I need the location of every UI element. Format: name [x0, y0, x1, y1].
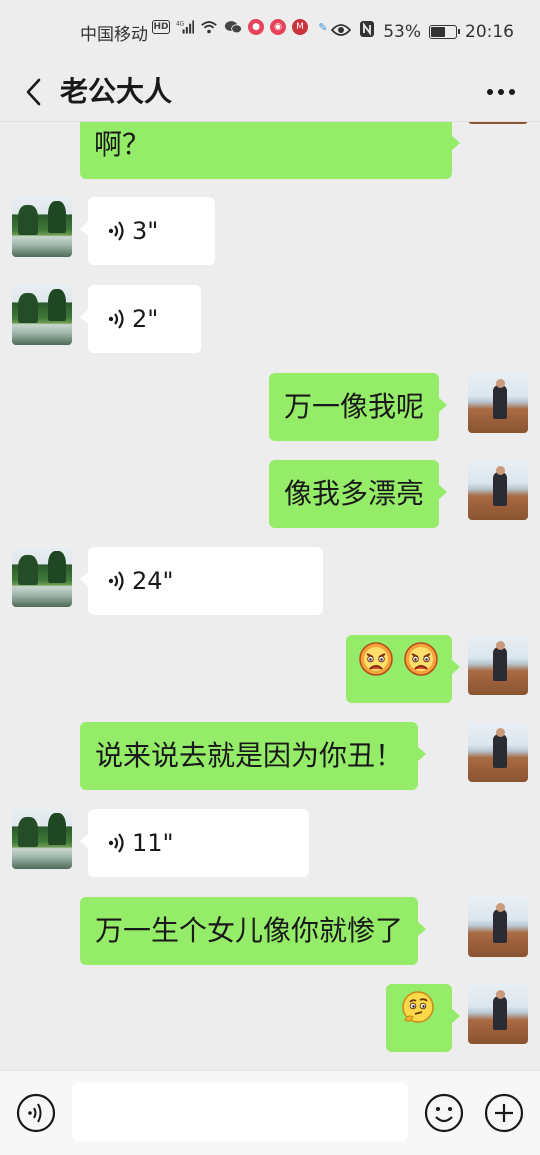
voice-wave-icon — [108, 221, 124, 241]
message-bubble[interactable]: 万一像我呢 — [269, 373, 448, 441]
status-right: 53% 20:16 — [330, 20, 514, 43]
emoji-button[interactable] — [424, 1093, 464, 1137]
contact-avatar[interactable] — [12, 197, 72, 257]
voice-duration: 11" — [132, 829, 174, 857]
message-bubble[interactable]: 像我多漂亮 — [269, 460, 448, 528]
network-type: 4G — [176, 21, 184, 27]
contact-avatar[interactable] — [12, 285, 72, 345]
app-notification-icon: ✎ — [318, 20, 328, 34]
message-bubble[interactable]: 万一生个女儿像你就惨了 — [80, 897, 427, 965]
back-button[interactable] — [18, 72, 48, 112]
app-notification-icon: ◉ — [270, 19, 286, 35]
voice-input-icon — [16, 1093, 56, 1133]
message-input[interactable] — [72, 1083, 408, 1141]
plus-icon — [484, 1093, 524, 1133]
battery-percent: 53% — [383, 21, 421, 42]
message-text: 像我多漂亮 — [284, 477, 425, 510]
nfc-icon — [359, 20, 375, 43]
clock: 20:16 — [465, 21, 514, 42]
thinking-face-emoji — [400, 983, 436, 1051]
battery-fill — [431, 26, 445, 37]
chevron-left-icon — [26, 78, 41, 106]
app-notification-icon: M — [292, 19, 308, 35]
eye-icon — [330, 22, 352, 42]
carrier-name: 中国移动 — [80, 25, 148, 45]
wechat-notification-icon — [224, 18, 242, 36]
message-bubble[interactable]: 啊？ — [80, 122, 460, 179]
my-avatar[interactable] — [468, 635, 528, 695]
more-icon — [487, 89, 515, 95]
app-notification-icon: ● — [248, 19, 264, 35]
signal-icon: 4G — [176, 18, 194, 36]
wifi-icon — [200, 18, 218, 36]
message-list[interactable]: 啊？ 3" 2" 万一像我呢 像我多漂亮 24" 说来说去就是因为你丑！ 11"… — [0, 122, 540, 1070]
message-text: 万一像我呢 — [284, 390, 425, 423]
voice-message-bubble[interactable]: 3" — [80, 197, 215, 265]
voice-message-bubble[interactable]: 24" — [80, 547, 323, 615]
voice-wave-icon — [108, 571, 124, 591]
chat-title: 老公大人 — [60, 75, 173, 108]
voice-wave-icon — [108, 309, 124, 329]
input-bar — [0, 1070, 540, 1155]
message-text: 说来说去就是因为你丑！ — [95, 739, 404, 772]
status-bar: 中国移动 HD 4G ● ◉ M ✎ 53% 20:16 — [0, 0, 540, 62]
battery-icon — [429, 24, 460, 39]
voice-duration: 24" — [132, 567, 174, 595]
my-avatar[interactable] — [468, 373, 528, 433]
hd-icon: HD — [152, 20, 170, 34]
message-text: 啊？ — [94, 128, 151, 161]
contact-avatar[interactable] — [12, 809, 72, 869]
my-avatar[interactable] — [468, 722, 528, 782]
status-icons: HD 4G ● ◉ M ✎ — [152, 18, 332, 36]
message-bubble[interactable]: 说来说去就是因为你丑！ — [80, 722, 427, 790]
message-text: 万一生个女儿像你就惨了 — [95, 914, 404, 947]
angry-face-emoji — [358, 634, 394, 702]
voice-duration: 3" — [132, 217, 159, 245]
contact-avatar[interactable] — [12, 547, 72, 607]
voice-message-bubble[interactable]: 11" — [80, 809, 309, 877]
angry-face-emoji — [403, 634, 439, 702]
voice-duration: 2" — [132, 305, 159, 333]
my-avatar[interactable] — [468, 122, 528, 124]
voice-wave-icon — [108, 833, 124, 853]
message-bubble[interactable] — [386, 983, 460, 1052]
emoji-icon — [424, 1093, 464, 1133]
my-avatar[interactable] — [468, 460, 528, 520]
more-functions-button[interactable] — [484, 1093, 524, 1137]
message-bubble[interactable] — [346, 634, 460, 703]
voice-message-bubble[interactable]: 2" — [80, 285, 201, 353]
my-avatar[interactable] — [468, 984, 528, 1044]
chat-header: 老公大人 — [0, 62, 540, 122]
voice-input-button[interactable] — [16, 1093, 56, 1137]
more-options-button[interactable] — [486, 72, 516, 112]
my-avatar[interactable] — [468, 897, 528, 957]
